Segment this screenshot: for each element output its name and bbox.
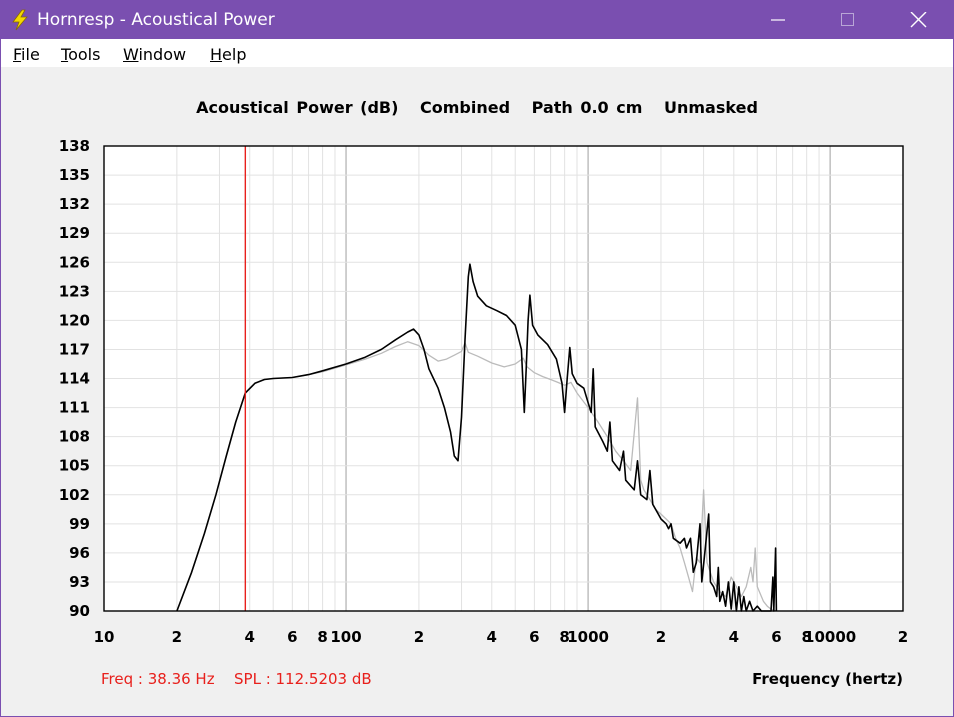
x-tick-label: 6 — [287, 628, 297, 646]
y-tick-label: 120 — [59, 311, 90, 329]
y-tick-label: 138 — [59, 137, 90, 155]
x-tick-label: 10000 — [804, 628, 856, 646]
y-tick-label: 117 — [59, 340, 90, 358]
y-tick-label: 135 — [59, 166, 90, 184]
acoustical-power-chart[interactable]: 1381351321291261231201171141111081051029… — [1, 1, 953, 661]
y-tick-label: 132 — [59, 195, 90, 213]
status-freq: Freq : 38.36 Hz — [101, 670, 215, 688]
x-tick-label: 2 — [656, 628, 666, 646]
y-tick-label: 102 — [59, 486, 90, 504]
x-tick-label: 2 — [898, 628, 908, 646]
y-tick-label: 123 — [59, 282, 90, 300]
app-window: Hornresp - Acoustical Power File Tools W… — [0, 0, 954, 717]
y-tick-label: 90 — [69, 602, 90, 620]
x-tick-label: 10 — [94, 628, 115, 646]
x-tick-label: 100 — [330, 628, 361, 646]
x-tick-label: 4 — [245, 628, 255, 646]
x-tick-label: 2 — [172, 628, 182, 646]
x-axis-label: Frequency (hertz) — [752, 670, 903, 688]
y-tick-label: 114 — [59, 370, 90, 388]
x-tick-label: 6 — [529, 628, 539, 646]
x-tick-label: 4 — [729, 628, 739, 646]
y-tick-label: 129 — [59, 224, 90, 242]
x-tick-label: 8 — [317, 628, 327, 646]
x-tick-label: 4 — [487, 628, 497, 646]
y-tick-label: 126 — [59, 253, 90, 271]
x-tick-label: 1000 — [567, 628, 609, 646]
y-tick-label: 105 — [59, 457, 90, 475]
y-tick-label: 96 — [69, 544, 90, 562]
y-tick-label: 93 — [69, 573, 90, 591]
y-tick-label: 108 — [59, 428, 90, 446]
y-tick-label: 99 — [69, 515, 90, 533]
x-tick-label: 6 — [771, 628, 781, 646]
x-tick-label: 2 — [414, 628, 424, 646]
status-spl: SPL : 112.5203 dB — [234, 670, 372, 688]
y-tick-label: 111 — [59, 399, 90, 417]
